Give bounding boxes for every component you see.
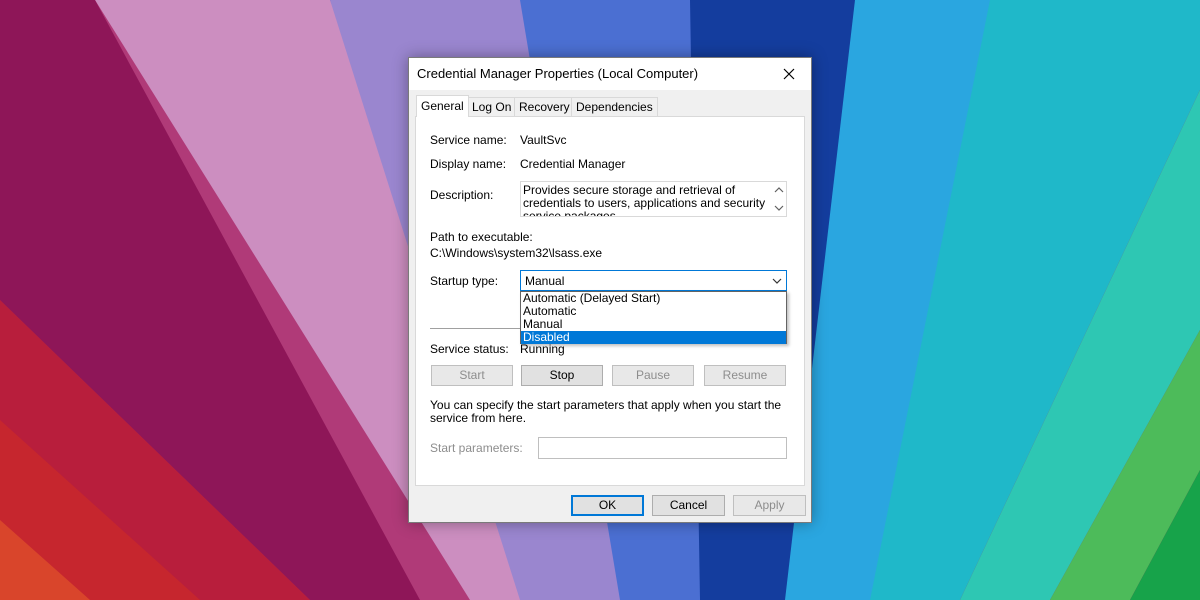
start-button[interactable]: Start bbox=[431, 365, 513, 386]
description-label: Description: bbox=[430, 188, 494, 202]
display-name-value: Credential Manager bbox=[520, 157, 626, 171]
start-parameters-label: Start parameters: bbox=[430, 441, 523, 455]
startup-type-value: Manual bbox=[525, 274, 565, 288]
title-bar[interactable]: Credential Manager Properties (Local Com… bbox=[409, 58, 811, 90]
startup-type-dropdown-list: Automatic (Delayed Start) Automatic Manu… bbox=[520, 291, 787, 344]
cancel-button[interactable]: Cancel bbox=[652, 495, 725, 516]
service-name-label: Service name: bbox=[430, 133, 507, 147]
description-text: Provides secure storage and retrieval of… bbox=[523, 183, 766, 217]
description-box[interactable]: Provides secure storage and retrieval of… bbox=[520, 181, 787, 217]
tab-log-on[interactable]: Log On bbox=[467, 97, 517, 116]
apply-button[interactable]: Apply bbox=[733, 495, 806, 516]
ok-button[interactable]: OK bbox=[571, 495, 644, 516]
description-scrollbar[interactable] bbox=[772, 182, 786, 216]
chevron-up-icon[interactable] bbox=[772, 182, 786, 198]
close-button[interactable] bbox=[767, 58, 811, 90]
dialog-title: Credential Manager Properties (Local Com… bbox=[417, 66, 699, 81]
start-parameters-input[interactable] bbox=[538, 437, 787, 459]
tab-general[interactable]: General bbox=[416, 95, 469, 117]
service-name-value: VaultSvc bbox=[520, 133, 567, 147]
tab-dependencies[interactable]: Dependencies bbox=[571, 97, 658, 116]
chevron-down-icon[interactable] bbox=[772, 200, 786, 216]
chevron-down-icon bbox=[772, 278, 782, 284]
stop-button[interactable]: Stop bbox=[521, 365, 603, 386]
path-value: C:\Windows\system32\lsass.exe bbox=[430, 246, 603, 260]
tab-recovery[interactable]: Recovery bbox=[514, 97, 575, 116]
service-properties-dialog: Credential Manager Properties (Local Com… bbox=[408, 57, 812, 523]
close-icon bbox=[783, 68, 795, 80]
dropdown-option-disabled[interactable]: Disabled bbox=[521, 331, 786, 344]
startup-type-label: Startup type: bbox=[430, 274, 499, 288]
startup-type-select[interactable]: Manual bbox=[520, 270, 787, 291]
display-name-label: Display name: bbox=[430, 157, 507, 171]
service-status-value: Running bbox=[520, 342, 565, 356]
start-parameters-hint: You can specify the start parameters tha… bbox=[430, 398, 782, 425]
pause-button[interactable]: Pause bbox=[612, 365, 694, 386]
resume-button[interactable]: Resume bbox=[704, 365, 786, 386]
general-tab-panel: Service name: VaultSvc Display name: Cre… bbox=[415, 116, 805, 486]
service-status-label: Service status: bbox=[430, 342, 509, 356]
path-label: Path to executable: bbox=[430, 230, 533, 244]
